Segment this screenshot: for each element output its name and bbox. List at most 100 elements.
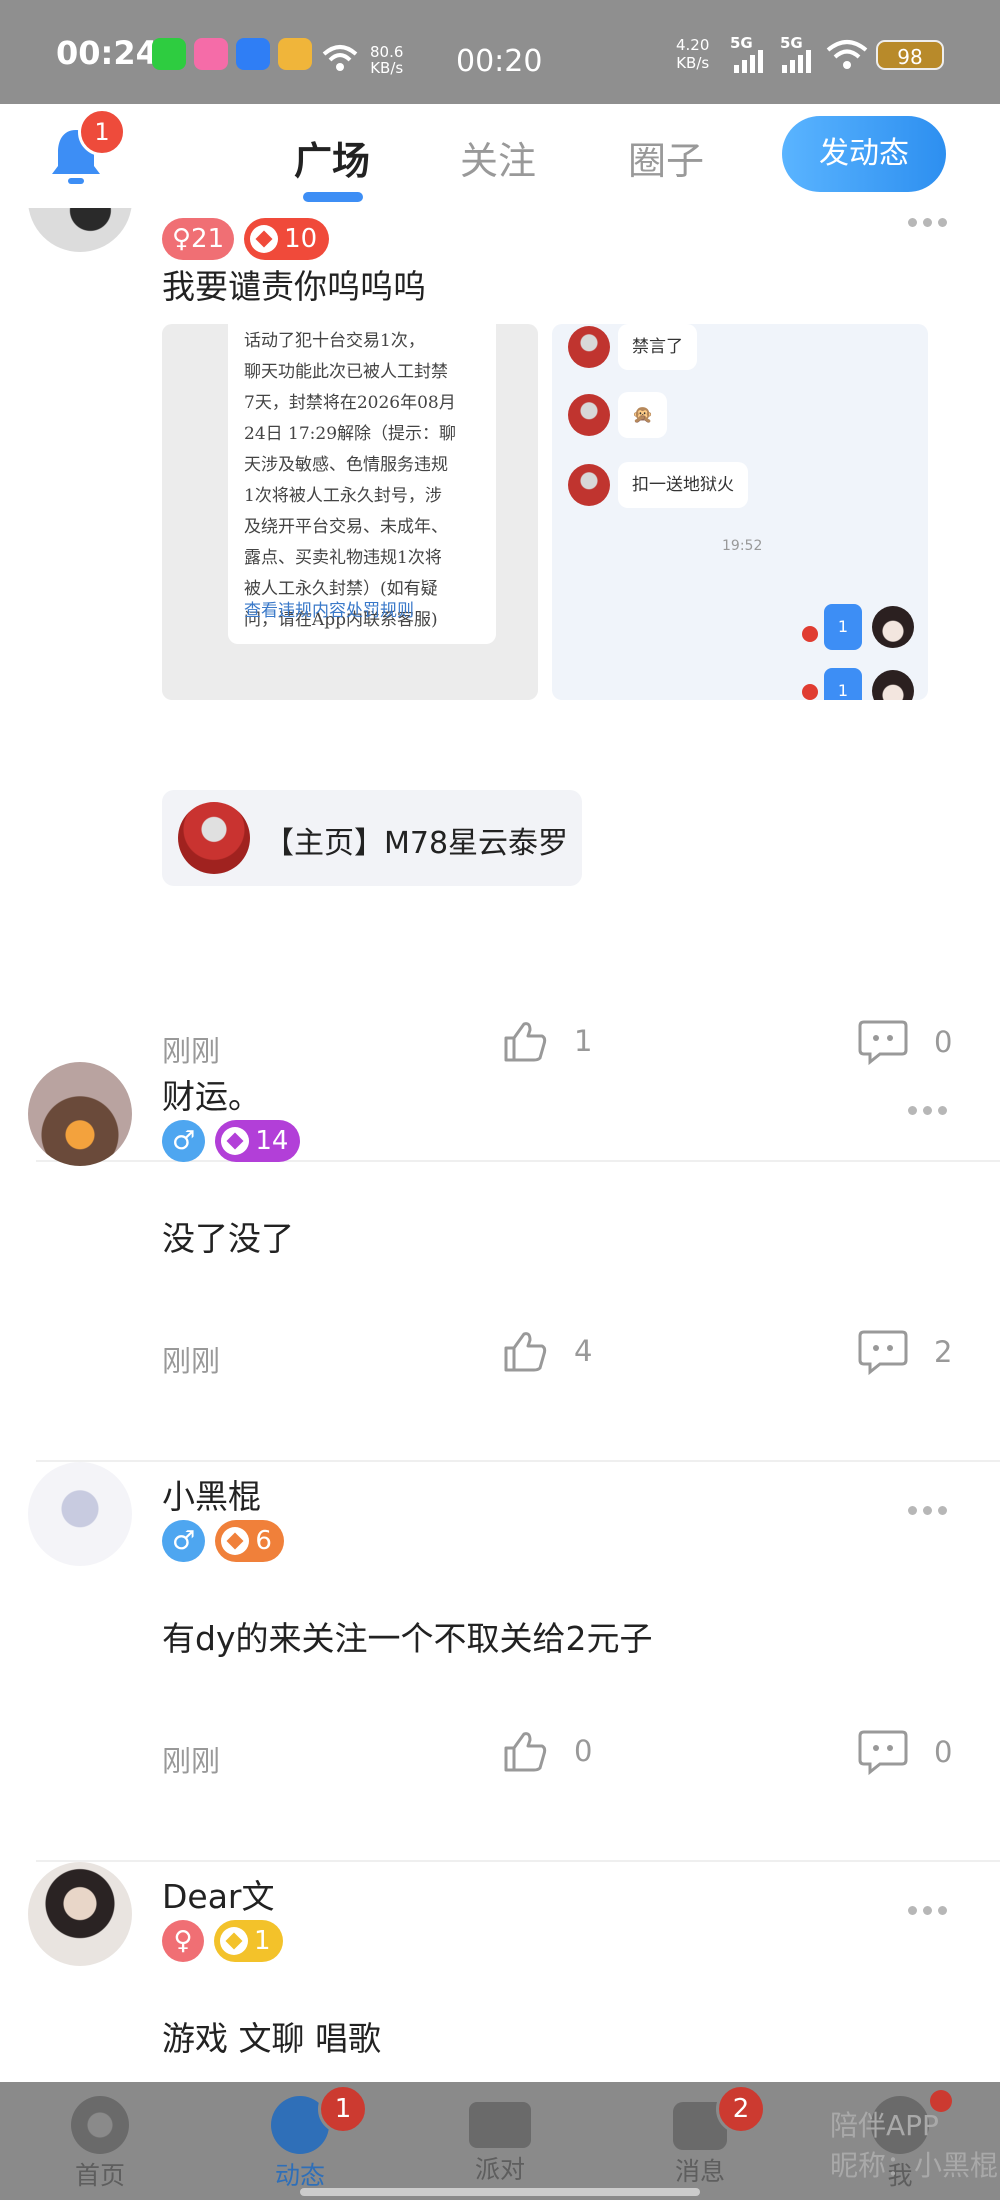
ban-notice: 话动了犯十台交易1次， 聊天功能此次已被人工封禁 7天，封禁将在2026年08月… [228,324,496,644]
tab-following[interactable]: 关注 [460,130,536,185]
signal-bars-icon [782,50,811,73]
post-card[interactable]: 财运。 ♂ 14 没了没了 刚刚 4 2 [0,1062,1000,1462]
notice-line: 1次将被人工永久封号，涉 [244,486,442,506]
comment-count: 2 [934,1335,953,1369]
level-value: 1 [254,1926,271,1956]
avatar[interactable] [28,1462,132,1566]
avatar[interactable] [28,1062,132,1166]
like-count: 1 [574,1024,593,1058]
more-icon[interactable] [908,1906,947,1915]
post-image[interactable]: 禁言了 🙊 扣一送地狱火 19:52 1 1 [552,324,928,700]
level-badge: 1 [214,1920,283,1962]
more-icon[interactable] [908,218,947,227]
watermark-line: 昵称：小黑棍 [830,2149,999,2182]
watermark: 陪伴APP 昵称：小黑棍 [830,2106,998,2186]
post-time: 刚刚 [162,1744,221,1778]
username[interactable]: 小黑棍 [162,1470,261,1518]
username[interactable]: 财运。 [162,1070,261,1118]
error-icon [802,684,818,700]
notice-line: 7天，封禁将在2026年08月 [244,393,456,413]
link-avatar [178,802,250,874]
diamond-icon [250,225,279,253]
wifi-icon [826,40,868,69]
like-button[interactable]: 0 [502,1728,592,1774]
level-badge: 6 [215,1520,284,1562]
post-time: 刚刚 [162,1344,221,1378]
post-content: 我要谴责你呜呜呜 [162,267,426,306]
post-content: 游戏 文聊 唱歌 [162,2019,381,2058]
notification-icons [152,38,312,70]
kbs-indicator: 4.20 KB/s [676,36,709,72]
net-speed: 80.6 KB/s [370,44,403,76]
notice-line: 24日 17:29解除（提示：聊 [244,424,457,444]
username[interactable]: Dear文 [162,1870,275,1918]
post-card[interactable]: Dear文 ♀ 1 游戏 文聊 唱歌 [0,1862,1000,2082]
comment-button[interactable]: 0 [858,1018,952,1066]
bottom-nav: 首页 动态 1 派对 消息 2 我 陪伴APP 昵称：小黑棍 [0,2082,1000,2200]
thumbs-up-icon [504,1732,547,1772]
profile-link-card[interactable]: 【主页】M78星云泰罗 [162,790,582,886]
diamond-icon [221,1527,250,1555]
nav-label: 首页 [74,2161,125,2190]
nav-label: 派对 [474,2155,525,2184]
level-value: 6 [255,1526,272,1556]
user-badges: ♀21 10 [162,218,330,260]
kbs-value: 4.20 [676,36,710,54]
post-card[interactable]: ♀21 10 我要谴责你呜呜呜 话动了犯十台交易1次， 聊天功能此次已被人工封禁… [0,208,1000,1168]
gender-badge: ♂ [162,1120,206,1162]
comment-button[interactable]: 2 [858,1328,952,1376]
tab-circles[interactable]: 圈子 [628,130,704,185]
top-nav: 1 广场 关注 圈子 发动态 [0,104,1000,208]
tab-square[interactable]: 广场 [294,130,370,185]
home-indicator [300,2188,700,2196]
like-count: 4 [574,1334,593,1368]
post-content: 有dy的来关注一个不取关给2元子 [162,1619,653,1658]
comment-button[interactable]: 0 [858,1728,952,1776]
app-icon [278,38,312,70]
kbs-unit: KB/s [676,54,710,72]
level-badge: 14 [215,1120,301,1162]
gender-badge: ♂ [162,1520,206,1562]
chat-message: 🙊 [618,392,668,438]
nav-party[interactable]: 派对 [440,2082,560,2186]
status-time: 00:24 [56,34,158,72]
error-icon [802,626,818,642]
user-badges: ♂ 6 [162,1520,284,1562]
chat-reply: 1 [824,668,862,700]
like-count: 0 [574,1734,593,1768]
thumbs-up-icon [504,1332,547,1372]
post-button[interactable]: 发动态 [782,116,946,192]
chat-avatar [568,464,610,506]
wechat-icon [152,38,186,70]
notification-badge: 1 [78,108,126,156]
like-button[interactable]: 4 [502,1328,592,1374]
gender-age-badge: ♀21 [162,218,235,260]
net-speed-unit: KB/s [370,59,404,77]
level-value: 10 [284,224,318,254]
level-badge: 10 [244,218,330,260]
chat-message: 扣一送地狱火 [618,462,748,508]
like-button[interactable]: 1 [502,1018,592,1064]
active-tab-indicator [303,192,363,202]
post-content: 没了没了 [162,1219,294,1258]
nav-home[interactable]: 首页 [40,2082,160,2192]
avatar[interactable] [28,208,132,252]
post-image[interactable]: 话动了犯十台交易1次， 聊天功能此次已被人工封禁 7天，封禁将在2026年08月… [162,324,538,700]
chat-message: 禁言了 [618,324,697,370]
gender-badge: ♀ [162,1920,204,1962]
nav-label: 消息 [674,2157,725,2186]
post-card[interactable]: 小黑棍 ♂ 6 有dy的来关注一个不取关给2元子 刚刚 0 0 [0,1462,1000,1862]
avatar[interactable] [28,1862,132,1966]
chat-time: 19:52 [722,538,763,554]
notice-line: 话动了犯十台交易1次， [244,331,425,351]
diamond-icon [221,1127,250,1155]
comment-icon [858,1330,908,1376]
chat-avatar [568,326,610,368]
link-text: 【主页】M78星云泰罗 [264,826,569,861]
more-icon[interactable] [908,1106,947,1115]
more-icon[interactable] [908,1506,947,1515]
net-speed-value: 80.6 [370,43,404,61]
battery-indicator: 98 [876,40,944,70]
chat-reply: 1 [824,604,862,650]
user-badges: ♂ 14 [162,1120,301,1162]
